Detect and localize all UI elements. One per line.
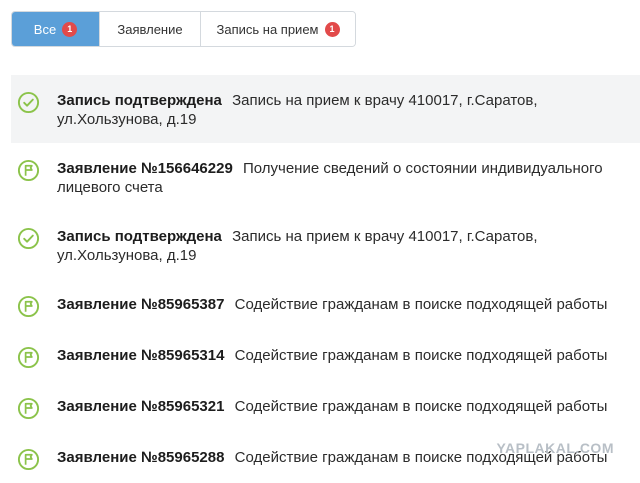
item-description: Содействие гражданам в поиске подходящей… <box>234 347 608 364</box>
check-circle-icon <box>17 91 40 114</box>
list-item[interactable]: Запись подтверждена Запись на прием к вр… <box>11 75 640 143</box>
list-item[interactable]: Заявление №85965314 Содействие гражданам… <box>11 330 640 381</box>
item-title: Запись подтверждена <box>57 92 222 109</box>
tab-application[interactable]: Заявление <box>99 12 200 46</box>
notification-list: Запись подтверждена Запись на прием к вр… <box>11 75 640 483</box>
list-item[interactable]: Заявление №85965387 Содействие гражданам… <box>11 279 640 330</box>
tab-appointment[interactable]: Запись на прием 1 <box>200 12 355 46</box>
tab-all-badge: 1 <box>62 21 78 37</box>
flag-circle-icon <box>17 346 40 369</box>
list-item[interactable]: Заявление №85965321 Содействие гражданам… <box>11 381 640 432</box>
item-title: Запись подтверждена <box>57 228 222 245</box>
tab-application-label: Заявление <box>117 21 183 37</box>
item-title: Заявление №85965288 <box>57 449 225 466</box>
watermark: YAPLAKAL.COM <box>496 440 614 456</box>
tab-appointment-label: Запись на прием <box>216 21 319 37</box>
item-title: Заявление №85965387 <box>57 296 225 313</box>
item-title: Заявление №85965321 <box>57 398 225 415</box>
item-title: Заявление №156646229 <box>57 160 233 177</box>
item-description: Содействие гражданам в поиске подходящей… <box>234 398 608 415</box>
tab-appointment-badge: 1 <box>324 21 340 37</box>
flag-circle-icon <box>17 159 40 182</box>
flag-circle-icon <box>17 295 40 318</box>
list-item[interactable]: Запись подтверждена Запись на прием к вр… <box>11 211 640 279</box>
tab-all[interactable]: Все 1 <box>12 12 99 46</box>
item-title: Заявление №85965314 <box>57 347 225 364</box>
flag-circle-icon <box>17 397 40 420</box>
item-description: Содействие гражданам в поиске подходящей… <box>234 296 608 313</box>
filter-tabs: Все 1 Заявление Запись на прием 1 <box>11 11 356 47</box>
flag-circle-icon <box>17 448 40 471</box>
list-item[interactable]: Заявление №156646229 Получение сведений … <box>11 143 640 211</box>
check-circle-icon <box>17 227 40 250</box>
tab-all-label: Все <box>33 21 57 37</box>
